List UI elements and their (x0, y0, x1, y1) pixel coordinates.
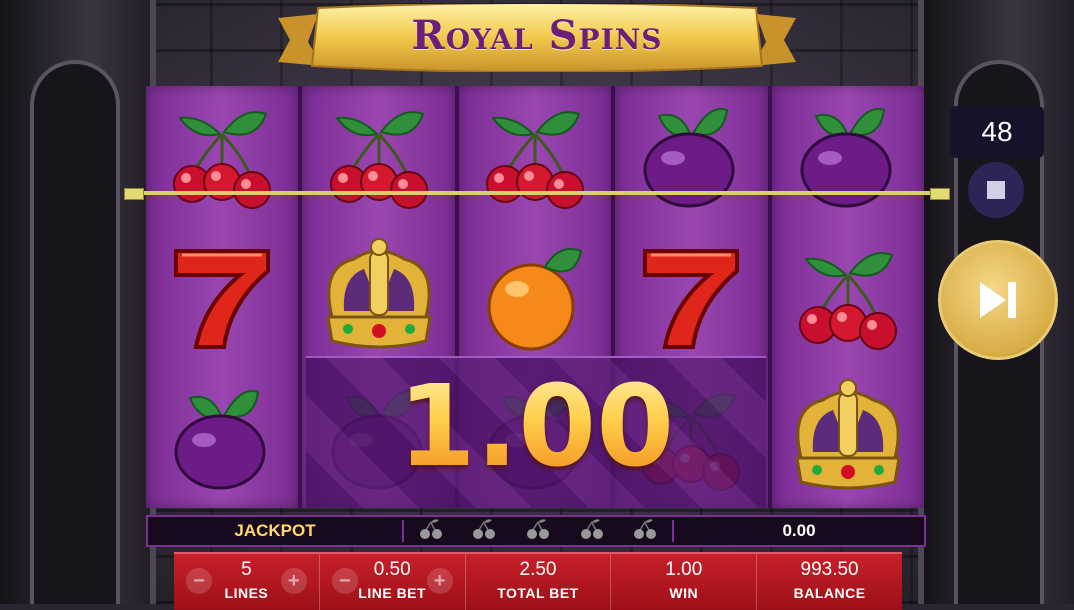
plum-icon (626, 91, 756, 221)
total-bet-label: TOTAL BET (497, 585, 579, 601)
jackpot-cherry-icon (580, 518, 604, 545)
crown-icon (783, 373, 913, 503)
jackpot-cherry-icon (633, 518, 657, 545)
line-bet-cell: − 0.50 LINE BET + (320, 554, 466, 610)
orange-icon (470, 232, 600, 362)
jackpot-cherry-icon (419, 518, 443, 545)
bet-bar: − 5 LINES + − 0.50 LINE BET + 2.50 TOTAL… (174, 552, 902, 610)
reel-1 (146, 86, 299, 508)
seven-icon (626, 232, 756, 362)
cherry-icon (314, 91, 444, 221)
win-amount: 1.00 (306, 352, 766, 502)
jackpot-cherries (404, 518, 672, 545)
skip-button[interactable] (938, 240, 1058, 360)
lines-increase-button[interactable]: + (280, 568, 307, 594)
plum-icon (783, 91, 913, 221)
jackpot-bar: JACKPOT 0.00 (146, 515, 926, 547)
line-bet-increase-button[interactable]: + (426, 568, 453, 594)
skip-forward-icon (980, 282, 1016, 318)
win-cell: 1.00 WIN (611, 554, 758, 610)
jackpot-value: 0.00 (782, 521, 816, 540)
autoplay-counter: 48 (950, 106, 1044, 158)
game-title: Royal Spins (411, 12, 663, 59)
jackpot-cherry-icon (526, 518, 550, 545)
payline (124, 188, 950, 200)
win-value: 1.00 (665, 559, 703, 580)
left-arch (0, 0, 156, 604)
total-bet-cell: 2.50 TOTAL BET (466, 554, 612, 610)
title-banner: Royal Spins (278, 4, 796, 72)
seven-icon (157, 232, 287, 362)
cherry-icon (157, 91, 287, 221)
lines-cell: − 5 LINES + (174, 554, 320, 610)
plum-icon (157, 373, 287, 503)
line-bet-decrease-button[interactable]: − (331, 568, 358, 594)
balance-cell: 993.50 BALANCE (757, 554, 902, 610)
balance-value: 993.50 (800, 559, 859, 580)
lines-decrease-button[interactable]: − (186, 568, 212, 594)
stop-icon (987, 181, 1005, 199)
jackpot-label: JACKPOT (234, 521, 316, 540)
balance-label: BALANCE (793, 585, 866, 601)
stop-button[interactable] (968, 162, 1024, 218)
crown-icon (314, 232, 444, 362)
cherry-icon (470, 91, 600, 221)
jackpot-cherry-icon (472, 518, 496, 545)
reel-5 (771, 86, 925, 508)
total-bet-value: 2.50 (519, 559, 557, 580)
cherry-icon (783, 232, 913, 362)
win-label: WIN (669, 585, 699, 601)
